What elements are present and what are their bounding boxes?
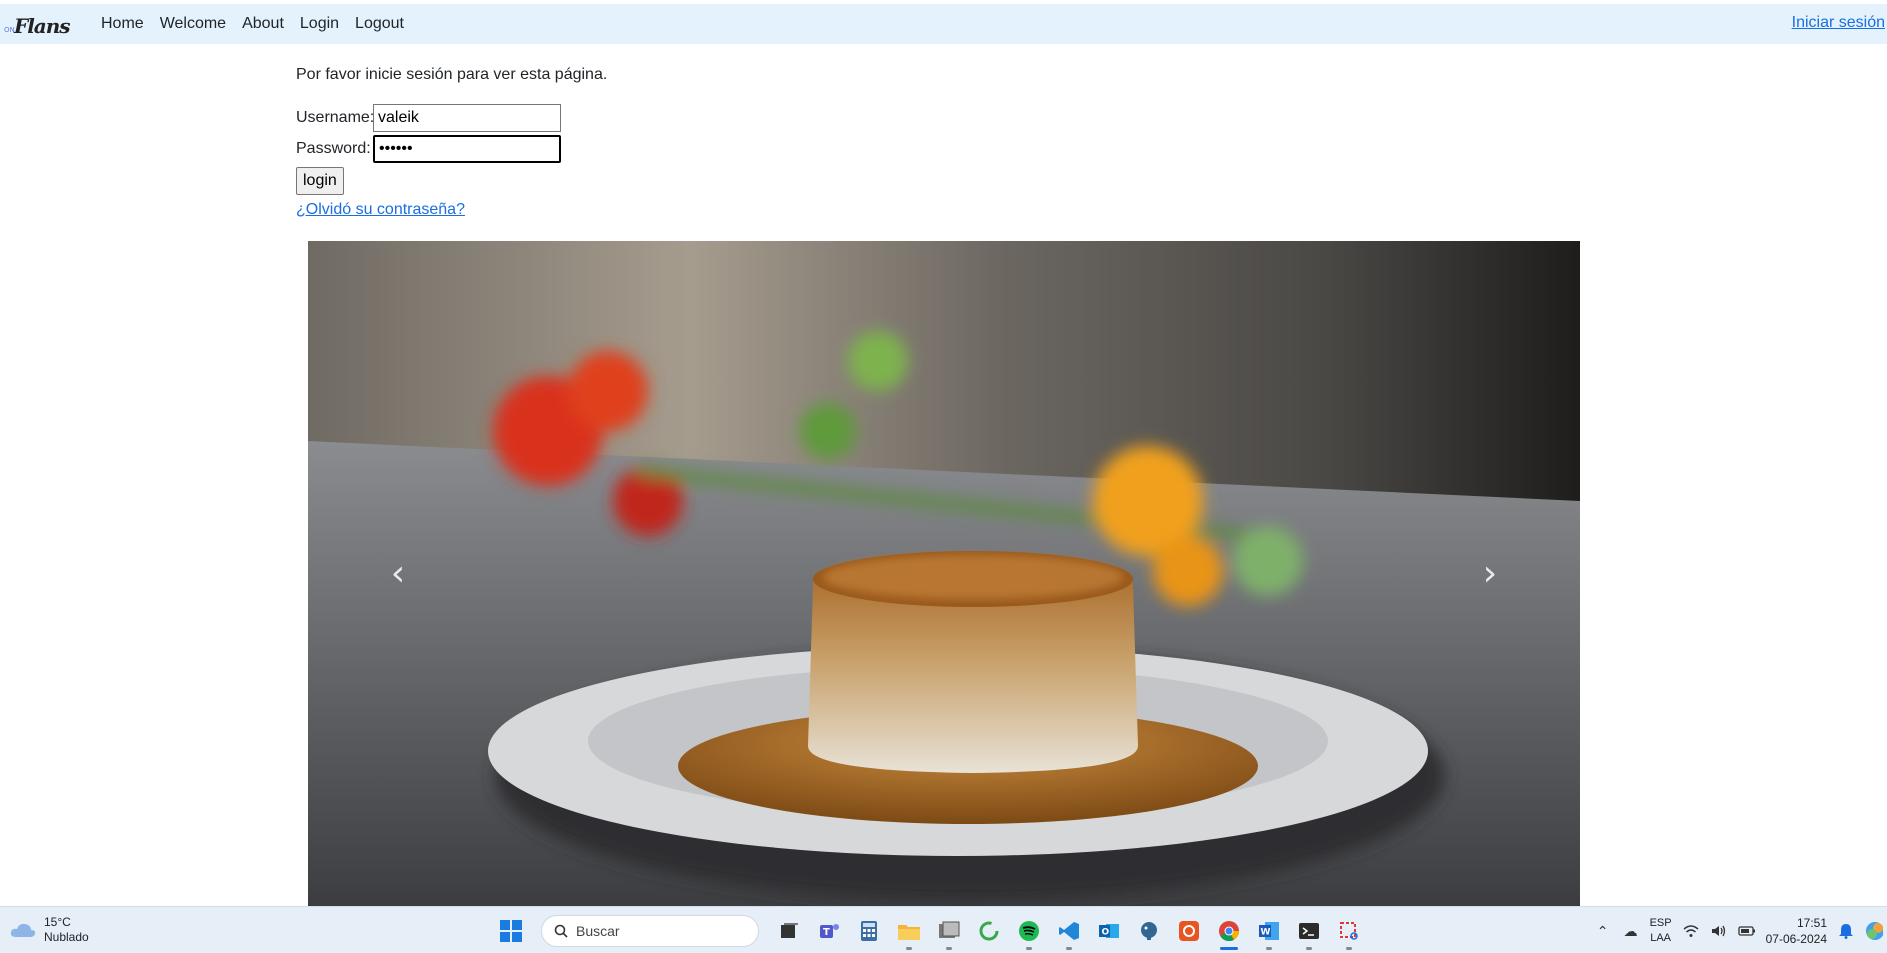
svg-text:T: T: [823, 927, 830, 938]
top-navbar: ON Flans Home Welcome About Login Logout…: [0, 4, 1887, 44]
file-explorer-icon[interactable]: [893, 915, 925, 950]
nav-logout-link[interactable]: Logout: [347, 15, 412, 33]
nav-login-link[interactable]: Login: [292, 15, 347, 33]
show-hidden-icons-chevron-icon[interactable]: ⌃: [1594, 922, 1612, 940]
ubuntu-icon[interactable]: [1173, 915, 1205, 947]
calculator-icon[interactable]: [853, 915, 885, 947]
chrome-icon[interactable]: [1213, 915, 1245, 950]
nav-home-link[interactable]: Home: [93, 15, 152, 33]
keyboard-layout: LAA: [1650, 932, 1671, 944]
notification-bell-icon[interactable]: [1837, 922, 1855, 940]
login-required-message: Por favor inicie sesión para ver esta pá…: [296, 66, 608, 83]
search-icon: [554, 924, 568, 938]
postgresql-icon[interactable]: [1133, 915, 1165, 947]
taskbar-search[interactable]: Buscar: [541, 915, 759, 947]
wifi-icon[interactable]: [1682, 922, 1700, 940]
weather-widget[interactable]: 15°C Nublado: [10, 915, 89, 945]
username-row: Username:: [296, 102, 607, 133]
clock[interactable]: 17:51 07-06-2024: [1766, 915, 1827, 947]
cloud-icon: [10, 923, 36, 937]
system-tray: ⌃ ☁ ESP LAA 17:51 07-06-2024: [1594, 915, 1887, 947]
carousel-prev-button[interactable]: ‹: [308, 241, 488, 906]
sign-in-link[interactable]: Iniciar sesión: [1792, 14, 1885, 32]
forgot-password-link[interactable]: ¿Olvidó su contraseña?: [296, 201, 607, 219]
brand-logo-text: Flans: [14, 14, 71, 38]
volume-icon[interactable]: [1710, 922, 1728, 940]
terminal-icon[interactable]: [1293, 915, 1325, 950]
flan-photo: [308, 241, 1580, 906]
nav-links: Home Welcome About Login Logout: [93, 15, 412, 33]
login-button[interactable]: login: [296, 167, 344, 195]
weather-temperature: 15°C: [44, 915, 71, 929]
weather-description: Nublado: [44, 930, 89, 944]
username-input[interactable]: [373, 103, 561, 132]
spotify-icon[interactable]: [1013, 915, 1045, 950]
word-icon[interactable]: W: [1253, 915, 1285, 950]
windows-taskbar: 15°C Nublado Buscar T O W ⌃ ☁ ESP LAA 17…: [0, 906, 1887, 953]
battery-icon[interactable]: [1737, 922, 1756, 940]
brand-logo[interactable]: ON Flans: [0, 4, 80, 44]
outlook-icon[interactable]: O: [1093, 915, 1125, 947]
clock-time: 17:51: [1796, 916, 1827, 930]
teams-icon[interactable]: T: [813, 915, 845, 947]
password-input[interactable]: [373, 134, 561, 163]
language-code: ESP: [1649, 917, 1672, 929]
refresh-app-icon[interactable]: [973, 915, 1005, 947]
vscode-icon[interactable]: [1053, 915, 1085, 950]
snipping-tool-icon[interactable]: [1333, 915, 1365, 950]
clock-date: 07-06-2024: [1765, 932, 1827, 946]
password-label: Password:: [296, 139, 371, 157]
taskbar-apps: Buscar T O W: [495, 915, 1365, 950]
nav-welcome-link[interactable]: Welcome: [152, 15, 234, 33]
start-windows-icon[interactable]: [495, 915, 527, 947]
language-indicator[interactable]: ESP LAA: [1650, 916, 1672, 946]
snipping-app-icon[interactable]: [933, 915, 965, 950]
password-row: Password:: [296, 133, 607, 164]
onedrive-warning-icon[interactable]: ☁: [1622, 922, 1640, 940]
image-carousel: ‹ ›: [308, 241, 1580, 906]
copilot-icon[interactable]: [1865, 922, 1883, 940]
svg-text:W: W: [1261, 928, 1271, 938]
username-label: Username:: [296, 108, 375, 126]
login-section: Por favor inicie sesión para ver esta pá…: [296, 66, 607, 219]
task-view-icon[interactable]: [773, 915, 805, 947]
carousel-next-button[interactable]: ›: [1400, 241, 1580, 906]
nav-about-link[interactable]: About: [234, 15, 292, 33]
svg-text:O: O: [1102, 928, 1110, 938]
search-placeholder: Buscar: [576, 923, 620, 939]
